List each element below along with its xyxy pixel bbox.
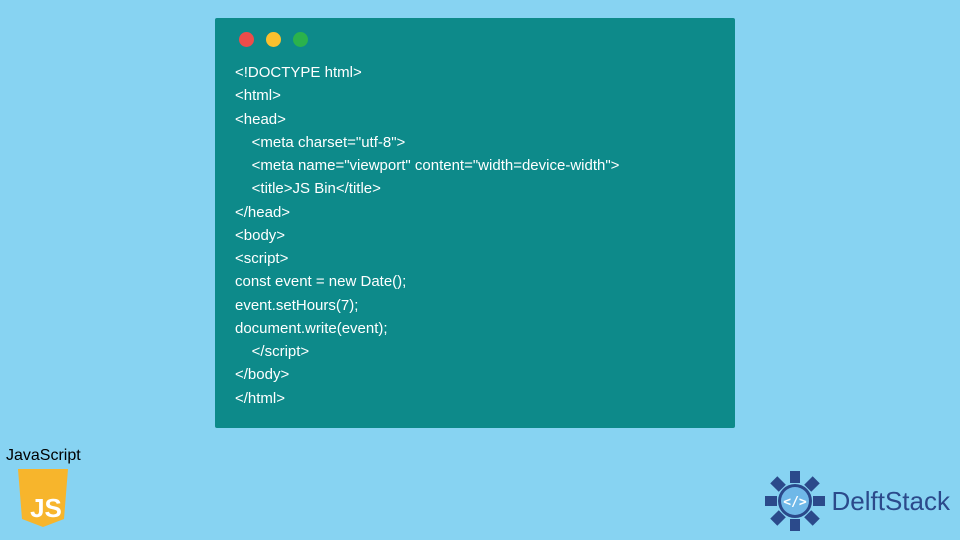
brand-logo-area: </> DelftStack	[764, 470, 951, 532]
javascript-badge: JavaScript JS	[6, 447, 81, 534]
delftstack-logo-icon: </>	[764, 470, 826, 532]
shield-text: JS	[30, 493, 62, 523]
code-content: <!DOCTYPE html> <html> <head> <meta char…	[235, 61, 715, 410]
window-controls	[235, 32, 715, 47]
javascript-shield-icon: JS	[14, 467, 72, 529]
maximize-icon[interactable]	[293, 32, 308, 47]
brand-name: DelftStack	[832, 486, 951, 517]
minimize-icon[interactable]	[266, 32, 281, 47]
code-window: <!DOCTYPE html> <html> <head> <meta char…	[215, 18, 735, 428]
close-icon[interactable]	[239, 32, 254, 47]
javascript-label: JavaScript	[6, 447, 81, 465]
logo-glyph: </>	[783, 495, 807, 510]
